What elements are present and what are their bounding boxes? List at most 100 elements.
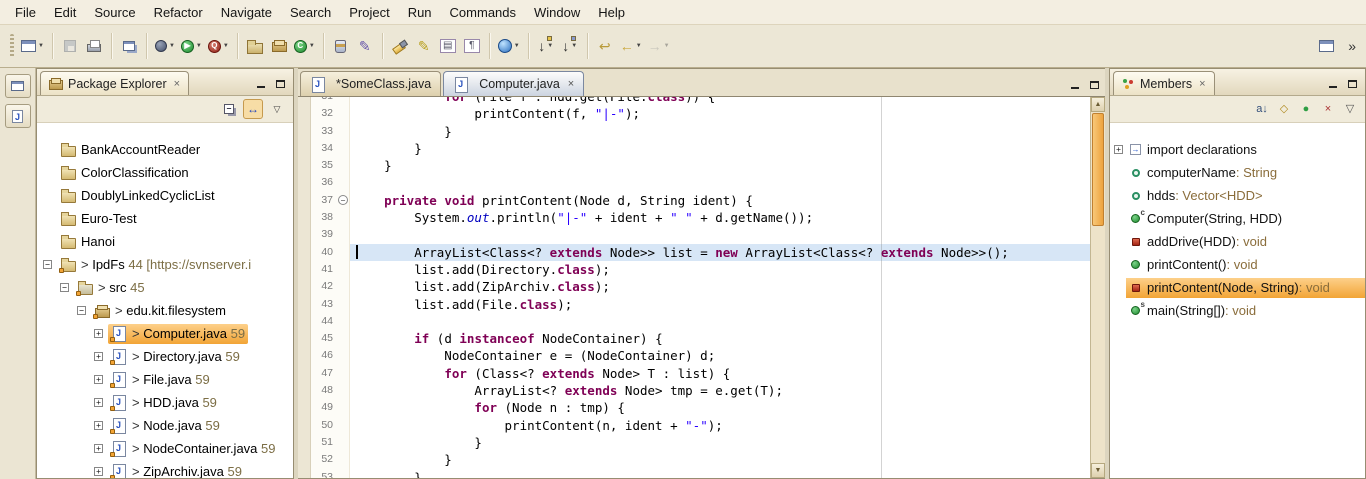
code-line-35[interactable]: 35 }	[298, 157, 1090, 174]
menu-run[interactable]: Run	[399, 1, 441, 24]
maximize-button[interactable]	[1086, 77, 1103, 92]
code-text[interactable]: ArrayList<? extends Node> tmp = e.get(T)…	[350, 382, 1090, 399]
tree-item-doublylinkedcycliclist[interactable]: DoublyLinkedCyclicList	[37, 184, 293, 207]
forward-button[interactable]: →▼	[645, 33, 673, 59]
code-text[interactable]: }	[350, 140, 1090, 157]
expander-plus-icon[interactable]: +	[94, 467, 103, 476]
member-item-computer-string-hdd-[interactable]: cComputer(String, HDD)	[1110, 207, 1365, 230]
code-text[interactable]: }	[350, 434, 1090, 451]
code-line-51[interactable]: 51 }	[298, 434, 1090, 451]
expander-plus-icon[interactable]: +	[94, 444, 103, 453]
editor-tab--someclass-java[interactable]: *SomeClass.java	[300, 71, 441, 96]
expander-minus-icon[interactable]: −	[60, 283, 69, 292]
dropdown-arrow-icon[interactable]: ▼	[664, 43, 670, 49]
scroll-up-button[interactable]: ▲	[1091, 97, 1105, 112]
tree-item-computer-java[interactable]: +> Computer.java 59	[37, 322, 293, 345]
generate-javadoc-button[interactable]: ✎	[353, 33, 377, 59]
run-button[interactable]: ▶▼	[178, 33, 205, 59]
minimize-button[interactable]	[1066, 77, 1083, 92]
maximize-button[interactable]	[272, 76, 289, 91]
export-jar-button[interactable]	[329, 33, 353, 59]
debug-button[interactable]: ▼	[152, 33, 178, 59]
code-line-41[interactable]: 41 list.add(Directory.class);	[298, 261, 1090, 278]
external-tools-button[interactable]: Q▼	[205, 33, 232, 59]
tree-item-directory-java[interactable]: +> Directory.java 59	[37, 345, 293, 368]
code-text[interactable]: System.out.println("|-" + ident + " " + …	[350, 209, 1090, 226]
code-line-52[interactable]: 52 }	[298, 451, 1090, 468]
code-text[interactable]: for (Class<? extends Node> T : list) {	[350, 365, 1090, 382]
mark-occurrences-button[interactable]: ✎	[412, 33, 436, 59]
menu-edit[interactable]: Edit	[45, 1, 85, 24]
package-explorer-tab[interactable]: Package Explorer ×	[40, 71, 189, 95]
close-icon[interactable]: ×	[174, 78, 180, 90]
code-text[interactable]: }	[350, 469, 1090, 478]
tree-item-colorclassification[interactable]: ColorClassification	[37, 161, 293, 184]
code-line-49[interactable]: 49 for (Node n : tmp) {	[298, 399, 1090, 416]
dropdown-arrow-icon[interactable]: ▼	[169, 43, 175, 49]
expander-plus-icon[interactable]: +	[94, 398, 103, 407]
dropdown-arrow-icon[interactable]: ▼	[309, 43, 315, 49]
scrollbar-thumb[interactable]	[1092, 113, 1104, 226]
dropdown-arrow-icon[interactable]: ▼	[223, 43, 229, 49]
code-line-34[interactable]: 34 }	[298, 140, 1090, 157]
toolbar-grip[interactable]	[10, 34, 14, 58]
code-text[interactable]: }	[350, 123, 1090, 140]
code-line-48[interactable]: 48 ArrayList<? extends Node> tmp = e.get…	[298, 382, 1090, 399]
code-line-31[interactable]: 31 for (File f : hdd.get(File.class)) {	[298, 97, 1090, 105]
member-item-import-declarations[interactable]: +→import declarations	[1110, 138, 1365, 161]
code-text[interactable]: printContent(f, "|-");	[350, 105, 1090, 122]
code-line-38[interactable]: 38 System.out.println("|-" + ident + " "…	[298, 209, 1090, 226]
code-text[interactable]: printContent(n, ident + "-");	[350, 417, 1090, 434]
menu-commands[interactable]: Commands	[441, 1, 525, 24]
back-button[interactable]: ←▼	[617, 33, 645, 59]
new-package-button[interactable]	[267, 33, 291, 59]
editor-vertical-scrollbar[interactable]: ▲ ▼	[1090, 97, 1105, 478]
toolbar-overflow-chevron[interactable]: »	[1344, 38, 1360, 54]
dropdown-arrow-icon[interactable]: ▼	[514, 43, 520, 49]
open-perspective-button[interactable]	[117, 33, 141, 59]
code-text[interactable]: list.add(Directory.class);	[350, 261, 1090, 278]
close-icon[interactable]: ×	[568, 78, 574, 90]
expander-plus-icon[interactable]: +	[1114, 145, 1126, 154]
code-text[interactable]: if (d instanceof NodeContainer) {	[350, 330, 1090, 347]
print-button[interactable]	[82, 33, 106, 59]
members-tab[interactable]: Members ×	[1113, 71, 1215, 95]
members-view-menu-button[interactable]: ▽	[1341, 99, 1359, 119]
member-item-hdds[interactable]: hdds : Vector<HDD>	[1110, 184, 1365, 207]
menu-source[interactable]: Source	[85, 1, 144, 24]
code-line-45[interactable]: 45 if (d instanceof NodeContainer) {	[298, 330, 1090, 347]
new-wizard-button[interactable]: ▼	[18, 33, 47, 59]
code-text[interactable]	[350, 313, 1090, 330]
new-java-project-button[interactable]	[243, 33, 267, 59]
expander-plus-icon[interactable]: +	[94, 329, 103, 338]
hide-static-button[interactable]: ●	[1297, 99, 1315, 119]
tree-item-hanoi[interactable]: Hanoi	[37, 230, 293, 253]
show-view-button[interactable]: ▤	[436, 33, 460, 59]
code-line-53[interactable]: 53 }	[298, 469, 1090, 478]
minimize-button[interactable]	[1324, 76, 1341, 91]
tree-item-nodecontainer-java[interactable]: +> NodeContainer.java 59	[37, 437, 293, 460]
code-text[interactable]: for (Node n : tmp) {	[350, 399, 1090, 416]
link-with-editor-button[interactable]: ↔	[243, 99, 263, 119]
code-line-47[interactable]: 47 for (Class<? extends Node> T : list) …	[298, 365, 1090, 382]
tree-item-hdd-java[interactable]: +> HDD.java 59	[37, 391, 293, 414]
code-line-42[interactable]: 42 list.add(ZipArchiv.class);	[298, 278, 1090, 295]
minimize-button[interactable]	[252, 76, 269, 91]
collapse-all-button[interactable]: −	[219, 99, 239, 119]
show-whitespace-button[interactable]: ¶	[460, 33, 484, 59]
expander-plus-icon[interactable]: +	[94, 352, 103, 361]
tree-item-euro-test[interactable]: Euro-Test	[37, 207, 293, 230]
search-button[interactable]	[388, 33, 412, 59]
maximize-button[interactable]	[1344, 76, 1361, 91]
code-text[interactable]	[350, 226, 1090, 243]
tree-item-ziparchiv-java[interactable]: +> ZipArchiv.java 59	[37, 460, 293, 478]
code-text[interactable]: }	[350, 451, 1090, 468]
code-line-50[interactable]: 50 printContent(n, ident + "-");	[298, 417, 1090, 434]
view-menu-button[interactable]: ▽	[267, 99, 287, 119]
code-text[interactable]: for (File f : hdd.get(File.class)) {	[350, 97, 1090, 105]
expander-plus-icon[interactable]: +	[94, 421, 103, 430]
member-item-computername[interactable]: computerName : String	[1110, 161, 1365, 184]
dropdown-arrow-icon[interactable]: ▼	[196, 43, 202, 49]
code-text[interactable]	[350, 174, 1090, 191]
member-item-printcontent-node-string-[interactable]: printContent(Node, String) : void	[1110, 276, 1365, 299]
